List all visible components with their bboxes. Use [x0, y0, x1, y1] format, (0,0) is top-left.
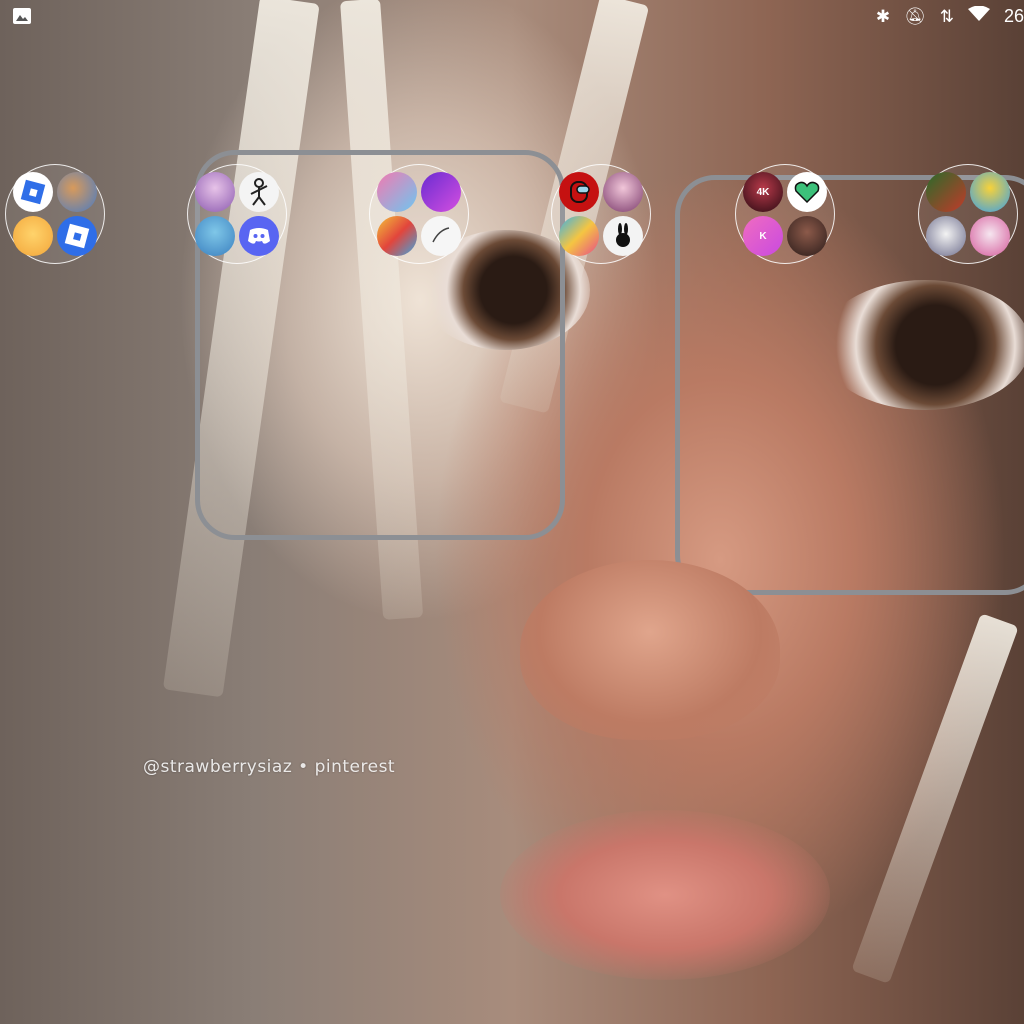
app-folder[interactable]: [187, 164, 287, 264]
data-arrows-icon: ⇅: [939, 6, 954, 26]
color-game-icon[interactable]: [377, 216, 417, 256]
k-app-icon[interactable]: K: [743, 216, 783, 256]
wallpaper: @strawberrysiaz • pinterest: [0, 0, 1024, 1024]
talking-cat-icon[interactable]: [195, 172, 235, 212]
bird-game-icon[interactable]: [57, 172, 97, 212]
among-us-icon[interactable]: [559, 172, 599, 212]
nose: [520, 560, 780, 740]
app-folder[interactable]: 4K K: [735, 164, 835, 264]
wifi-icon: [967, 5, 990, 27]
status-icons: ✱ 🔕︎ ⇅ 26: [875, 5, 1024, 27]
clock: 26: [1003, 6, 1024, 26]
cat-sticker-icon[interactable]: [926, 216, 966, 256]
kuromi-icon[interactable]: [970, 216, 1010, 256]
bluetooth-icon: ✱: [875, 6, 891, 26]
pixel-heart-icon[interactable]: [787, 172, 827, 212]
stickman-icon[interactable]: [239, 172, 279, 212]
bunny-icon[interactable]: [603, 216, 643, 256]
discord-icon[interactable]: [239, 216, 279, 256]
app-folder[interactable]: [918, 164, 1018, 264]
mute-icon: 🔕︎: [904, 6, 926, 26]
app-folder[interactable]: [369, 164, 469, 264]
colorful-game-icon[interactable]: [970, 172, 1010, 212]
puzzle-icon[interactable]: [559, 216, 599, 256]
group-photo-icon[interactable]: [787, 216, 827, 256]
app-folder[interactable]: [551, 164, 651, 264]
art-game-icon[interactable]: [377, 172, 417, 212]
4k-wallpaper-icon[interactable]: 4K: [743, 172, 783, 212]
drawing-icon[interactable]: [421, 216, 461, 256]
purple-game-icon[interactable]: [421, 172, 461, 212]
wallpaper-watermark: @strawberrysiaz • pinterest: [143, 757, 396, 777]
doll-game-icon[interactable]: [195, 216, 235, 256]
avatar-game-icon[interactable]: [603, 172, 643, 212]
lips: [500, 810, 830, 980]
hair-strand: [851, 613, 1019, 984]
image-icon: [13, 8, 31, 24]
app-folder[interactable]: [5, 164, 105, 264]
emoji-bear-icon[interactable]: [13, 216, 53, 256]
status-bar: ✱ 🔕︎ ⇅ 26: [0, 0, 1024, 34]
jungle-game-icon[interactable]: [926, 172, 966, 212]
roblox-icon[interactable]: [13, 172, 53, 212]
roblox-icon[interactable]: [57, 216, 97, 256]
